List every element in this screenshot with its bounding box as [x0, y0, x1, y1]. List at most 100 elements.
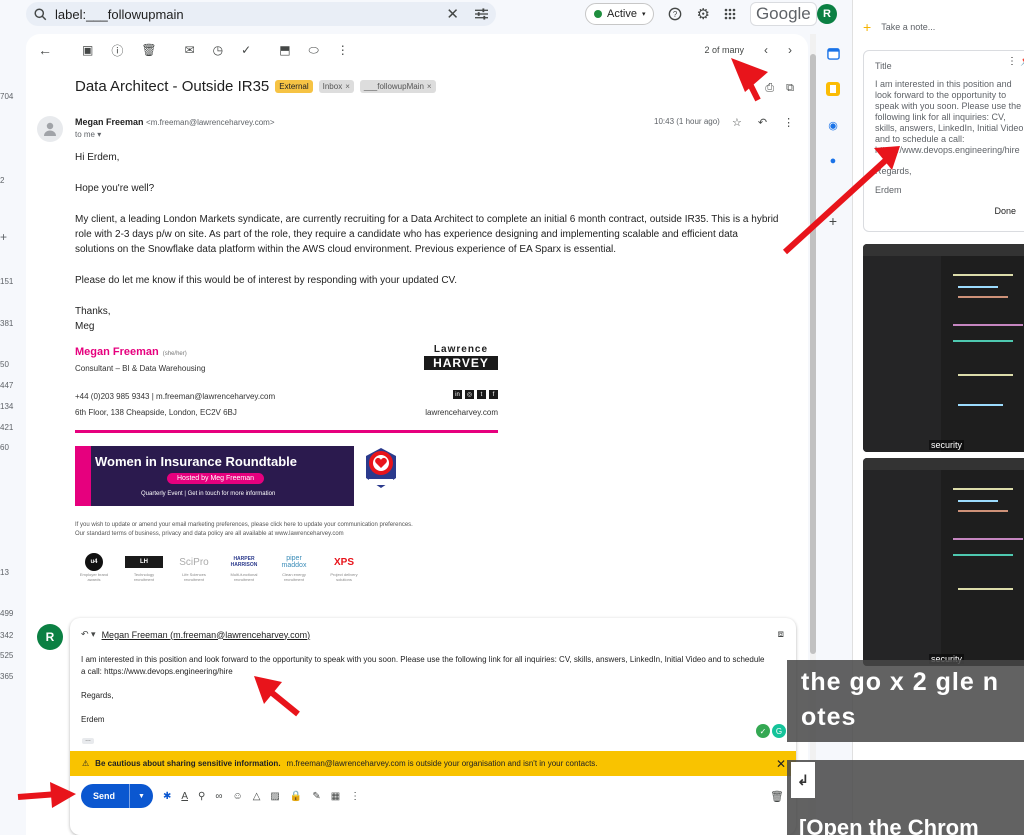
calendar-icon[interactable] — [826, 46, 840, 60]
note-body[interactable]: I am interested in this position and loo… — [875, 79, 1024, 196]
text-format-icon[interactable]: A — [181, 791, 188, 802]
partner-logo[interactable]: SciPro Life Sciences recruitment — [175, 552, 213, 583]
search-bar[interactable]: label:___followupmain ✕ — [26, 2, 496, 26]
thumb-code-line — [953, 324, 1023, 326]
grammarly-icon[interactable]: G — [772, 724, 786, 738]
remove-label-icon[interactable]: × — [427, 82, 432, 91]
search-options-icon[interactable] — [475, 8, 488, 20]
next-email-icon[interactable]: › — [788, 43, 792, 57]
reply-type-icon[interactable]: ↶ ▾ — [81, 629, 96, 640]
reply-recipient[interactable]: Megan Freeman (m.freeman@lawrenceharvey.… — [102, 630, 311, 640]
show-trimmed-content-icon[interactable]: … — [82, 737, 94, 744]
gutter-count: 60 — [0, 443, 9, 452]
confidential-lock-icon[interactable]: 🔒 — [290, 791, 302, 802]
recipient-toggle[interactable]: to me ▾ — [75, 130, 101, 139]
reply-textarea[interactable]: I am interested in this position and loo… — [81, 654, 771, 738]
note-screenshot-thumbnail[interactable]: security — [863, 244, 1024, 452]
reply-avatar[interactable]: R — [37, 624, 63, 650]
send-button[interactable]: Send — [81, 784, 131, 808]
clear-search-icon[interactable]: ✕ — [446, 5, 459, 23]
partner-logo[interactable]: piper maddox Clean energy recruitment — [275, 552, 313, 582]
signature-website[interactable]: lawrenceharvey.com — [425, 408, 498, 417]
google-logo[interactable]: Google — [749, 2, 817, 26]
close-icon[interactable]: ✕ — [776, 757, 786, 771]
partner-logo[interactable]: LH Technology recruitment — [125, 552, 163, 582]
reply-recipient-row[interactable]: ↶ ▾ Megan Freeman (m.freeman@lawrencehar… — [81, 629, 310, 640]
email-paragraph: My client, a leading London Markets synd… — [75, 214, 779, 255]
more-options-icon[interactable]: ⋮ — [350, 791, 360, 802]
remove-label-icon[interactable]: × — [345, 82, 350, 91]
drive-icon[interactable]: △ — [253, 791, 261, 802]
snooze-icon[interactable]: ◷ — [213, 43, 223, 57]
add-task-icon[interactable]: ✓ — [241, 43, 251, 57]
keep-note-card[interactable]: Title ⋮ 📌 I am interested in this positi… — [863, 50, 1024, 232]
partner-logo[interactable]: HARPER HARRISON Multi-functional recruitm… — [225, 552, 263, 582]
banner-stripe — [75, 446, 91, 506]
delete-icon[interactable]: 🗑 — [141, 43, 156, 57]
gear-icon[interactable]: ⚙ — [696, 5, 709, 23]
grammar-check-icon[interactable]: ✓ — [756, 724, 770, 738]
send-options-icon[interactable]: ▼ — [130, 793, 153, 800]
ai-sparkle-icon[interactable]: ✱ — [163, 791, 171, 802]
scrollbar-thumb[interactable] — [810, 54, 816, 654]
partner-logo[interactable]: XPS Project delivery solutions — [325, 552, 363, 583]
label-followupmain[interactable]: ___followupMain × — [359, 80, 436, 93]
facebook-icon[interactable]: f — [489, 390, 498, 399]
attach-icon[interactable]: ⚲ — [198, 791, 205, 802]
insert-photo-icon[interactable]: ▨ — [270, 791, 279, 802]
open-new-window-icon[interactable]: ⧉ — [786, 82, 794, 95]
note-screenshot-thumbnail[interactable]: security — [863, 458, 1024, 666]
lawrence-harvey-logo[interactable]: Lawrence HARVEY — [424, 344, 498, 370]
pin-icon[interactable]: 📌 — [1020, 56, 1024, 67]
note-title[interactable]: Title — [875, 61, 892, 71]
subject-actions: ⎙ ⧉ — [765, 82, 794, 95]
emoji-icon[interactable]: ☺ — [232, 791, 242, 802]
report-spam-icon[interactable]: ⓘ — [111, 42, 123, 59]
add-addon-icon[interactable]: + — [826, 213, 840, 229]
more-options-icon[interactable]: ⋮ — [1007, 56, 1017, 67]
sender-info: Megan Freeman <m.freeman@lawrenceharvey.… — [75, 117, 275, 127]
contacts-icon[interactable]: ● — [826, 154, 840, 168]
gutter-count: 447 — [0, 381, 14, 390]
apps-grid-icon[interactable] — [724, 8, 736, 20]
move-to-icon[interactable]: ⬒ — [279, 43, 290, 57]
account-avatar[interactable]: R — [817, 4, 837, 24]
discard-draft-icon[interactable]: 🗑 — [770, 790, 784, 803]
event-banner[interactable]: Women in Insurance Roundtable Hosted by … — [75, 446, 354, 506]
twitter-icon[interactable]: t — [477, 390, 486, 399]
star-icon[interactable]: ☆ — [732, 116, 742, 129]
signature-pen-icon[interactable]: ✎ — [312, 791, 320, 802]
more-options-icon[interactable]: ⋮ — [337, 43, 349, 57]
search-input[interactable]: label:___followupmain — [55, 7, 446, 22]
tasks-icon[interactable]: ◉ — [826, 118, 840, 132]
instagram-icon[interactable]: ◎ — [465, 390, 474, 399]
pager: 2 of many ‹ › — [704, 43, 792, 57]
caption-overlay: the go x 2 gle n otes — [787, 660, 1024, 742]
prev-email-icon[interactable]: ‹ — [764, 43, 768, 57]
help-icon[interactable]: ? — [668, 7, 682, 21]
reply-icon[interactable]: ↶ — [758, 116, 767, 129]
more-options-icon[interactable]: ⋮ — [783, 116, 794, 129]
label-icon[interactable]: ⬭ — [309, 43, 319, 58]
label-inbox[interactable]: Inbox × — [318, 80, 354, 93]
print-icon[interactable]: ⎙ — [765, 82, 774, 95]
status-chip[interactable]: Active ▾ — [585, 3, 655, 25]
gutter-count: 365 — [0, 672, 14, 681]
layouts-icon[interactable]: ▦ — [331, 791, 340, 802]
archive-icon[interactable]: ▣ — [82, 43, 93, 57]
linkedin-icon[interactable]: in — [453, 390, 462, 399]
message-actions: ☆ ↶ ⋮ — [732, 116, 794, 129]
done-button[interactable]: Done — [994, 206, 1016, 216]
take-note-row[interactable]: + Take a note... — [863, 20, 935, 34]
email-signoff: Thanks, — [75, 306, 111, 317]
partner-logo[interactable]: u4 Employer brand awards — [75, 552, 113, 582]
sender-avatar[interactable] — [37, 116, 63, 142]
insert-link-icon[interactable]: ∞ — [215, 791, 222, 802]
popout-icon[interactable]: ⧈ — [778, 629, 784, 640]
keep-icon[interactable] — [826, 82, 840, 96]
sender-name[interactable]: Megan Freeman — [75, 117, 144, 127]
take-note-placeholder[interactable]: Take a note... — [881, 22, 935, 32]
mark-unread-icon[interactable]: ✉ — [185, 43, 195, 57]
back-arrow-icon[interactable]: ← — [38, 42, 52, 58]
search-icon[interactable] — [34, 7, 47, 21]
